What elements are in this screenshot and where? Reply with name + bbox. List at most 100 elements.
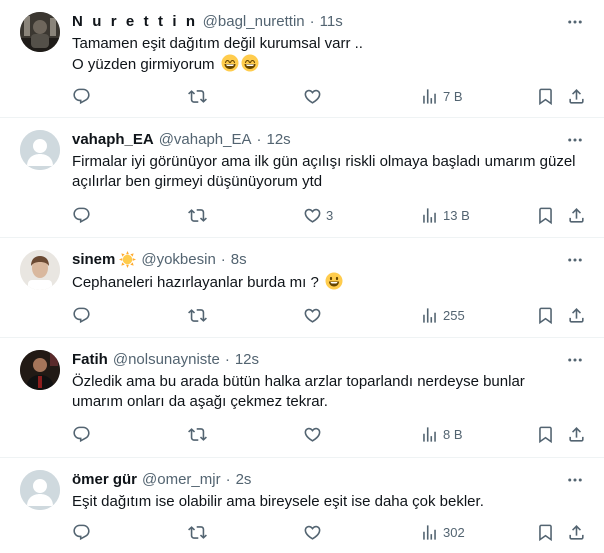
like-button[interactable] — [303, 522, 326, 542]
tweet[interactable]: N u r e t t i n @bagl_nurettin · 11s Tam… — [0, 0, 604, 118]
avatar[interactable] — [20, 470, 60, 510]
tweet-line: Tamamen eşit dağıtım değil kurumsal varr… — [72, 35, 363, 52]
user-handle[interactable]: @yokbesin — [141, 251, 215, 268]
bookmark-icon — [536, 87, 555, 106]
retweet-icon — [188, 523, 207, 542]
timestamp[interactable]: 2s — [236, 471, 252, 488]
display-name[interactable]: N u r e t t i n — [72, 13, 198, 30]
display-name[interactable]: vahaph_EA — [72, 131, 154, 148]
tweet-line-with-emoji: O yüzden girmiyorum — [72, 54, 578, 75]
retweet-button[interactable] — [188, 305, 207, 325]
view-count: 302 — [443, 524, 465, 540]
action-bar: 7 B — [0, 86, 604, 106]
like-icon — [303, 206, 322, 225]
view-count: 7 B — [443, 88, 463, 104]
tweet[interactable]: vahaph_EA @vahaph_EA · 12s Firmalar iyi … — [0, 118, 604, 238]
more-icon[interactable] — [566, 251, 584, 269]
share-button[interactable] — [567, 86, 586, 106]
bookmark-button[interactable] — [536, 522, 555, 542]
avatar-photo — [20, 350, 60, 390]
avatar[interactable] — [20, 250, 60, 290]
share-button[interactable] — [567, 205, 586, 225]
action-bar: 8 B — [0, 424, 604, 444]
reply-icon — [72, 425, 91, 444]
reply-icon — [72, 206, 91, 225]
avatar[interactable] — [20, 12, 60, 52]
default-avatar-icon — [20, 130, 60, 170]
reply-feed: N u r e t t i n @bagl_nurettin · 11s Tam… — [0, 0, 604, 553]
tweet-header: vahaph_EA @vahaph_EA · 12s — [72, 129, 291, 149]
views-button[interactable]: 302 — [420, 522, 465, 542]
separator: · — [309, 12, 315, 30]
like-button[interactable] — [303, 424, 326, 444]
separator: · — [256, 130, 262, 148]
more-icon[interactable] — [566, 13, 584, 31]
display-name[interactable]: ömer gür — [72, 471, 137, 488]
reply-button[interactable] — [72, 305, 91, 325]
tweet[interactable]: sinem @yokbesin · 8s Cephaneleri hazırla… — [0, 238, 604, 338]
view-count: 8 B — [443, 426, 463, 442]
like-button[interactable] — [303, 86, 326, 106]
more-icon[interactable] — [566, 471, 584, 489]
views-icon — [420, 523, 439, 542]
action-bar: 255 — [0, 305, 604, 325]
avatar[interactable] — [20, 130, 60, 170]
more-icon[interactable] — [566, 131, 584, 149]
retweet-button[interactable] — [188, 522, 207, 542]
avatar[interactable] — [20, 350, 60, 390]
reply-button[interactable] — [72, 86, 91, 106]
share-icon — [567, 523, 586, 542]
display-name[interactable]: sinem — [72, 251, 115, 268]
timestamp[interactable]: 8s — [231, 251, 247, 268]
tweet-line: O yüzden girmiyorum — [72, 56, 215, 73]
share-button[interactable] — [567, 522, 586, 542]
bookmark-button[interactable] — [536, 205, 555, 225]
grinning-emoji-icon — [241, 54, 259, 72]
tweet[interactable]: ömer gür @omer_mjr · 2s Eşit dağıtım ise… — [0, 458, 604, 553]
action-bar: 3 13 B — [0, 205, 604, 225]
user-handle[interactable]: @nolsunayniste — [113, 351, 220, 368]
like-button[interactable] — [303, 305, 326, 325]
views-button[interactable]: 8 B — [420, 424, 463, 444]
reply-button[interactable] — [72, 205, 91, 225]
share-button[interactable] — [567, 305, 586, 325]
user-handle[interactable]: @bagl_nurettin — [203, 13, 305, 30]
tweet[interactable]: Fatih @nolsunayniste · 12s Özledik ama b… — [0, 338, 604, 458]
views-button[interactable]: 255 — [420, 305, 465, 325]
tweet-text: Özledik ama bu arada bütün halka arzlar … — [72, 372, 578, 412]
display-name[interactable]: Fatih — [72, 351, 108, 368]
retweet-button[interactable] — [188, 86, 207, 106]
timestamp[interactable]: 12s — [267, 131, 291, 148]
share-icon — [567, 87, 586, 106]
tweet-header: sinem @yokbesin · 8s — [72, 249, 247, 269]
tweet-line: Eşit dağıtım ise olabilir ama bireysele … — [72, 493, 484, 510]
share-icon — [567, 425, 586, 444]
timestamp[interactable]: 11s — [320, 13, 343, 30]
retweet-button[interactable] — [188, 205, 207, 225]
user-handle[interactable]: @omer_mjr — [142, 471, 221, 488]
views-button[interactable]: 13 B — [420, 205, 470, 225]
views-button[interactable]: 7 B — [420, 86, 463, 106]
reply-icon — [72, 87, 91, 106]
avatar-photo — [20, 250, 60, 290]
user-handle[interactable]: @vahaph_EA — [159, 131, 252, 148]
bookmark-button[interactable] — [536, 86, 555, 106]
view-count: 13 B — [443, 207, 470, 223]
retweet-icon — [188, 87, 207, 106]
share-button[interactable] — [567, 424, 586, 444]
bookmark-icon — [536, 523, 555, 542]
timestamp[interactable]: 12s — [235, 351, 259, 368]
reply-icon — [72, 523, 91, 542]
avatar-photo — [20, 12, 60, 52]
bookmark-button[interactable] — [536, 424, 555, 444]
tweet-line-with-emoji: Cephaneleri hazırlayanlar burda mı ? — [72, 272, 578, 293]
tweet-line: Firmalar iyi görünüyor ama ilk gün açılı… — [72, 153, 576, 170]
more-icon[interactable] — [566, 351, 584, 369]
default-avatar-icon — [20, 470, 60, 510]
bookmark-button[interactable] — [536, 305, 555, 325]
like-button[interactable]: 3 — [303, 205, 333, 225]
sun-emoji-icon — [119, 251, 136, 268]
reply-button[interactable] — [72, 424, 91, 444]
reply-button[interactable] — [72, 522, 91, 542]
retweet-button[interactable] — [188, 424, 207, 444]
